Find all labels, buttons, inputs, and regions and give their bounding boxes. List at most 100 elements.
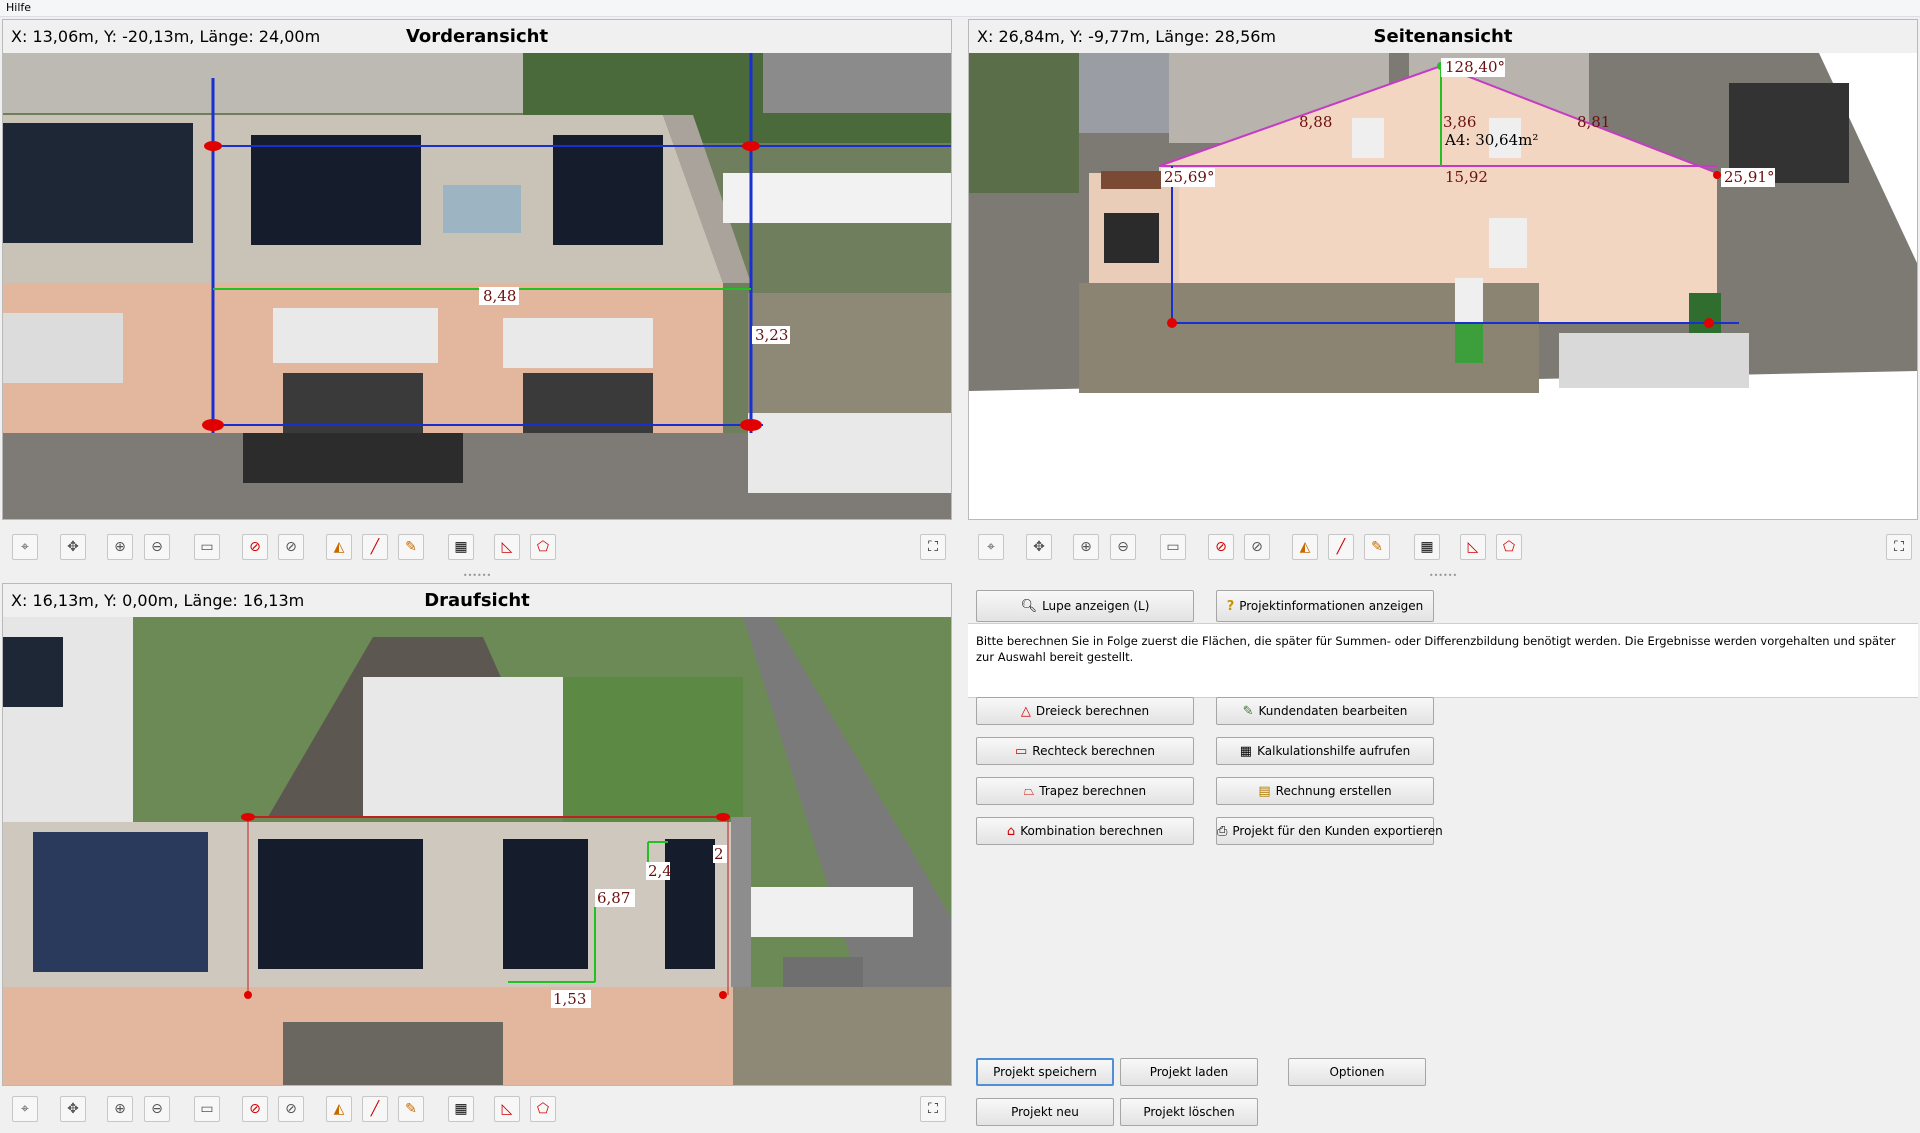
- target-icon[interactable]: ⌖: [12, 1096, 38, 1122]
- side-label-area: A4: 30,64m²: [1444, 131, 1538, 149]
- triangle-button[interactable]: △ Dreieck berechnen: [976, 697, 1194, 725]
- invoice-button[interactable]: ▤ Rechnung erstellen: [1216, 777, 1434, 805]
- customer-edit-icon: ✎: [1242, 704, 1254, 719]
- move-icon[interactable]: ✥: [1026, 534, 1052, 560]
- front-splitter[interactable]: ••••••: [2, 572, 952, 580]
- rectangle-icon: ▭: [1015, 744, 1028, 759]
- top-view-title: Draufsicht: [424, 590, 530, 611]
- move-icon[interactable]: ✥: [60, 1096, 86, 1122]
- move-icon[interactable]: ✥: [60, 534, 86, 560]
- pen-icon[interactable]: ✎: [398, 1096, 424, 1122]
- rectangle-select-icon[interactable]: ▭: [1160, 534, 1186, 560]
- project-info-button[interactable]: ? Projektinformationen anzeigen: [1216, 590, 1434, 622]
- line-icon[interactable]: ╱: [362, 1096, 388, 1122]
- zoom-out-icon[interactable]: ⊖: [1110, 534, 1136, 560]
- front-label-height: 3,23: [755, 326, 788, 344]
- zoom-out-icon[interactable]: ⊖: [144, 1096, 170, 1122]
- stop-icon[interactable]: ⊘: [242, 534, 268, 560]
- angle-icon[interactable]: ◺: [494, 534, 520, 560]
- fullscreen-icon[interactable]: ⛶: [1886, 534, 1912, 560]
- zoom-out-icon[interactable]: ⊖: [144, 534, 170, 560]
- measure-icon[interactable]: ◭: [326, 534, 352, 560]
- house-icon: ⌂: [1006, 824, 1016, 839]
- cancel-icon[interactable]: ⊘: [1244, 534, 1270, 560]
- question-icon: ?: [1226, 599, 1235, 614]
- pen-icon[interactable]: ✎: [398, 534, 424, 560]
- pen-icon[interactable]: ✎: [1364, 534, 1390, 560]
- top-view-panel: X: 16,13m, Y: 0,00m, Länge: 16,13m Drauf…: [2, 583, 952, 1086]
- side-label-left-slope: 8,88: [1299, 113, 1332, 131]
- save-project-button[interactable]: Projekt speichern: [976, 1058, 1114, 1086]
- grid-icon[interactable]: ▦: [448, 1096, 474, 1122]
- customer-data-button[interactable]: ✎ Kundendaten bearbeiten: [1216, 697, 1434, 725]
- trapezoid-button[interactable]: ⏢ Trapez berechnen: [976, 777, 1194, 805]
- measure-icon[interactable]: ◭: [1292, 534, 1318, 560]
- menu-bar: Hilfe: [0, 0, 1920, 17]
- grid-icon[interactable]: ▦: [448, 534, 474, 560]
- calculation-help-button[interactable]: ▦ Kalkulationshilfe aufrufen: [1216, 737, 1434, 765]
- side-view-panel: X: 26,84m, Y: -9,77m, Länge: 28,56m Seit…: [968, 19, 1918, 520]
- side-view-header: X: 26,84m, Y: -9,77m, Länge: 28,56m Seit…: [969, 20, 1917, 53]
- side-label-right-angle: 25,91°: [1724, 168, 1774, 186]
- polygon-icon[interactable]: ⬠: [530, 534, 556, 560]
- top-label-c: 1,53: [553, 990, 586, 1008]
- front-view-panel: X: 13,06m, Y: -20,13m, Länge: 24,00m Vor…: [2, 19, 952, 520]
- vertical-splitter[interactable]: [955, 19, 963, 1129]
- stop-icon[interactable]: ⊘: [1208, 534, 1234, 560]
- export-icon: ⎙: [1217, 824, 1228, 839]
- target-icon[interactable]: ⌖: [12, 534, 38, 560]
- grid-icon[interactable]: ▦: [1414, 534, 1440, 560]
- top-view-toolbar: ⌖ ✥ ⊕ ⊖ ▭ ⊘ ⊘ ◭ ╱ ✎ ▦ ◺ ⬠ ⛶: [2, 1087, 952, 1131]
- rectangle-select-icon[interactable]: ▭: [194, 534, 220, 560]
- zoom-in-icon[interactable]: ⊕: [107, 534, 133, 560]
- top-label-a: 2,4: [648, 862, 672, 880]
- info-text: Bitte berechnen Sie in Folge zuerst die …: [976, 634, 1896, 664]
- side-label-right-slope: 8,81: [1577, 113, 1610, 131]
- cancel-icon[interactable]: ⊘: [278, 534, 304, 560]
- fullscreen-icon[interactable]: ⛶: [920, 1096, 946, 1122]
- control-panel: [968, 583, 1918, 1131]
- magnifier-button[interactable]: 🔍︎ Lupe anzeigen (L): [976, 590, 1194, 622]
- fullscreen-icon[interactable]: ⛶: [920, 534, 946, 560]
- side-label-roof-height: 3,86: [1443, 113, 1476, 131]
- new-project-button[interactable]: Projekt neu: [976, 1098, 1114, 1126]
- side-label-left-angle: 25,69°: [1164, 168, 1214, 186]
- calculator-icon: ▦: [1239, 744, 1253, 759]
- export-button[interactable]: ⎙ Projekt für den Kunden exportieren: [1216, 817, 1443, 845]
- side-view-canvas[interactable]: 128,40° 8,88 3,86 8,81 A4: 30,64m² 25,69…: [969, 53, 1917, 519]
- angle-icon[interactable]: ◺: [494, 1096, 520, 1122]
- stop-icon[interactable]: ⊘: [242, 1096, 268, 1122]
- side-view-title: Seitenansicht: [1373, 26, 1513, 47]
- front-view-canvas[interactable]: 8,48 3,23: [3, 53, 951, 519]
- angle-icon[interactable]: ◺: [1460, 534, 1486, 560]
- cancel-icon[interactable]: ⊘: [278, 1096, 304, 1122]
- delete-project-button[interactable]: Projekt löschen: [1120, 1098, 1258, 1126]
- polygon-icon[interactable]: ⬠: [1496, 534, 1522, 560]
- top-label-d: 2: [714, 845, 724, 863]
- rectangle-button[interactable]: ▭ Rechteck berechnen: [976, 737, 1194, 765]
- load-project-button[interactable]: Projekt laden: [1120, 1058, 1258, 1086]
- top-view-header: X: 16,13m, Y: 0,00m, Länge: 16,13m Drauf…: [3, 584, 951, 617]
- line-icon[interactable]: ╱: [362, 534, 388, 560]
- front-label-width: 8,48: [483, 287, 516, 305]
- zoom-in-icon[interactable]: ⊕: [107, 1096, 133, 1122]
- polygon-icon[interactable]: ⬠: [530, 1096, 556, 1122]
- measure-icon[interactable]: ◭: [326, 1096, 352, 1122]
- target-icon[interactable]: ⌖: [978, 534, 1004, 560]
- front-view-toolbar: ⌖ ✥ ⊕ ⊖ ▭ ⊘ ⊘ ◭ ╱ ✎ ▦ ◺ ⬠ ⛶: [2, 522, 952, 572]
- front-view-header: X: 13,06m, Y: -20,13m, Länge: 24,00m Vor…: [3, 20, 951, 53]
- magnifier-icon: 🔍︎: [1020, 599, 1038, 614]
- zoom-in-icon[interactable]: ⊕: [1073, 534, 1099, 560]
- rectangle-select-icon[interactable]: ▭: [194, 1096, 220, 1122]
- invoice-icon: ▤: [1258, 784, 1271, 799]
- options-button[interactable]: Optionen: [1288, 1058, 1426, 1086]
- trapezoid-icon: ⏢: [1023, 784, 1035, 799]
- menu-help[interactable]: Hilfe: [0, 1, 37, 14]
- side-splitter[interactable]: ••••••: [968, 572, 1918, 580]
- combination-button[interactable]: ⌂ Kombination berechnen: [976, 817, 1194, 845]
- side-label-base: 15,92: [1445, 168, 1488, 186]
- front-view-title: Vorderansicht: [405, 26, 549, 47]
- line-icon[interactable]: ╱: [1328, 534, 1354, 560]
- side-label-apex-angle: 128,40°: [1445, 58, 1505, 76]
- top-view-canvas[interactable]: 2,4 6,87 1,53 2: [3, 617, 951, 1085]
